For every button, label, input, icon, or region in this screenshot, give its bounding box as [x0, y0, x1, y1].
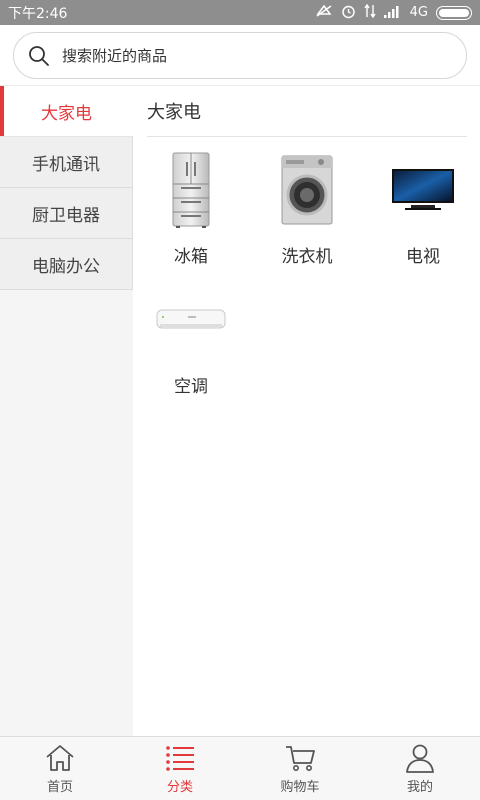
- nav-label: 分类: [166, 780, 193, 795]
- cart-icon: [286, 746, 315, 771]
- battery-icon: [436, 5, 472, 20]
- section-title: 大家电: [147, 102, 201, 123]
- search-bar: [0, 25, 480, 86]
- category-content: 大家电 冰箱 洗衣机 电视 空调: [133, 86, 480, 736]
- user-icon: [406, 744, 434, 773]
- sidebar-item-kitchen-bath[interactable]: 厨卫电器: [0, 188, 133, 239]
- sidebar-item-label: 电脑办公: [32, 256, 100, 277]
- home-icon: [46, 745, 74, 771]
- divider: [147, 136, 467, 137]
- status-time: 下午2:46: [8, 5, 68, 22]
- sidebar-item-label: 手机通讯: [32, 154, 100, 175]
- search-icon: [29, 45, 49, 66]
- product-item-fridge[interactable]: 冰箱: [133, 146, 249, 267]
- nav-cart[interactable]: 购物车: [240, 737, 360, 800]
- status-icons: 4G: [315, 3, 472, 22]
- data-transfer-icon: [364, 3, 376, 21]
- nav-category[interactable]: 分类: [120, 737, 240, 800]
- product-item-washing-machine[interactable]: 洗衣机: [249, 146, 365, 267]
- tv-icon: [365, 146, 480, 234]
- nav-profile[interactable]: 我的: [360, 737, 480, 800]
- nav-label: 购物车: [280, 780, 320, 795]
- category-sidebar: 大家电 手机通讯 厨卫电器 电脑办公: [0, 86, 133, 736]
- status-bar: 下午2:46 4G: [0, 0, 480, 25]
- search-input[interactable]: [62, 46, 442, 65]
- search-box[interactable]: [13, 32, 467, 79]
- product-label: 空调: [174, 377, 208, 397]
- signal-icon: [383, 5, 402, 21]
- category-list-icon: [166, 746, 194, 771]
- nav-label: 我的: [406, 780, 433, 795]
- alarm-icon: [341, 4, 356, 22]
- washing-machine-icon: [249, 146, 365, 234]
- bottom-navigation: 首页 分类 购物车 我的: [0, 736, 480, 800]
- product-label: 冰箱: [174, 247, 208, 267]
- product-item-air-conditioner[interactable]: 空调: [133, 276, 249, 397]
- sidebar-item-label: 大家电: [41, 103, 92, 124]
- nav-label: 首页: [46, 780, 73, 795]
- sidebar-item-label: 厨卫电器: [32, 205, 100, 226]
- sidebar-item-computers-office[interactable]: 电脑办公: [0, 239, 133, 290]
- product-label: 电视: [406, 247, 440, 267]
- mute-icon: [315, 4, 333, 21]
- network-type: 4G: [409, 5, 428, 20]
- product-item-tv[interactable]: 电视: [365, 146, 480, 267]
- nav-home[interactable]: 首页: [0, 737, 120, 800]
- product-label: 洗衣机: [281, 247, 333, 267]
- sidebar-item-phones[interactable]: 手机通讯: [0, 137, 133, 188]
- fridge-icon: [133, 146, 249, 234]
- sidebar-item-major-appliances[interactable]: 大家电: [0, 86, 133, 137]
- air-conditioner-icon: [133, 276, 249, 364]
